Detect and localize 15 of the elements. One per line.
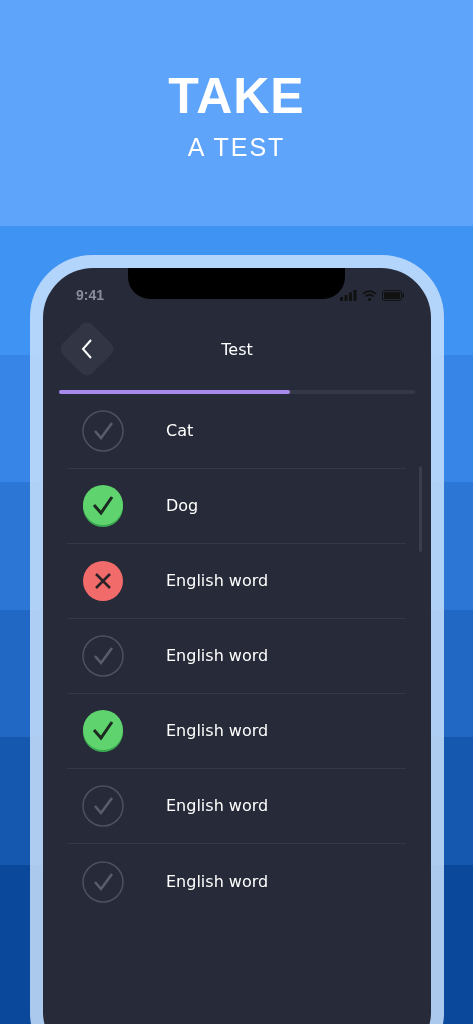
banner-subtitle: A TEST <box>187 132 286 164</box>
status-time: 9:41 <box>76 285 105 305</box>
signal-icon <box>340 289 357 301</box>
word-label: Dog <box>166 495 199 517</box>
screen-title: Test <box>221 339 253 361</box>
word-label: English word <box>166 870 269 893</box>
battery-icon <box>382 289 405 301</box>
wifi-icon <box>362 289 377 301</box>
word-label: Cat <box>166 420 194 442</box>
chevron-left-icon <box>80 338 94 360</box>
word-label: English word <box>166 795 269 817</box>
banner-title: TAKE <box>168 71 305 122</box>
word-label: English word <box>166 720 269 742</box>
word-label: English word <box>166 570 269 592</box>
word-label: English word <box>166 645 269 667</box>
